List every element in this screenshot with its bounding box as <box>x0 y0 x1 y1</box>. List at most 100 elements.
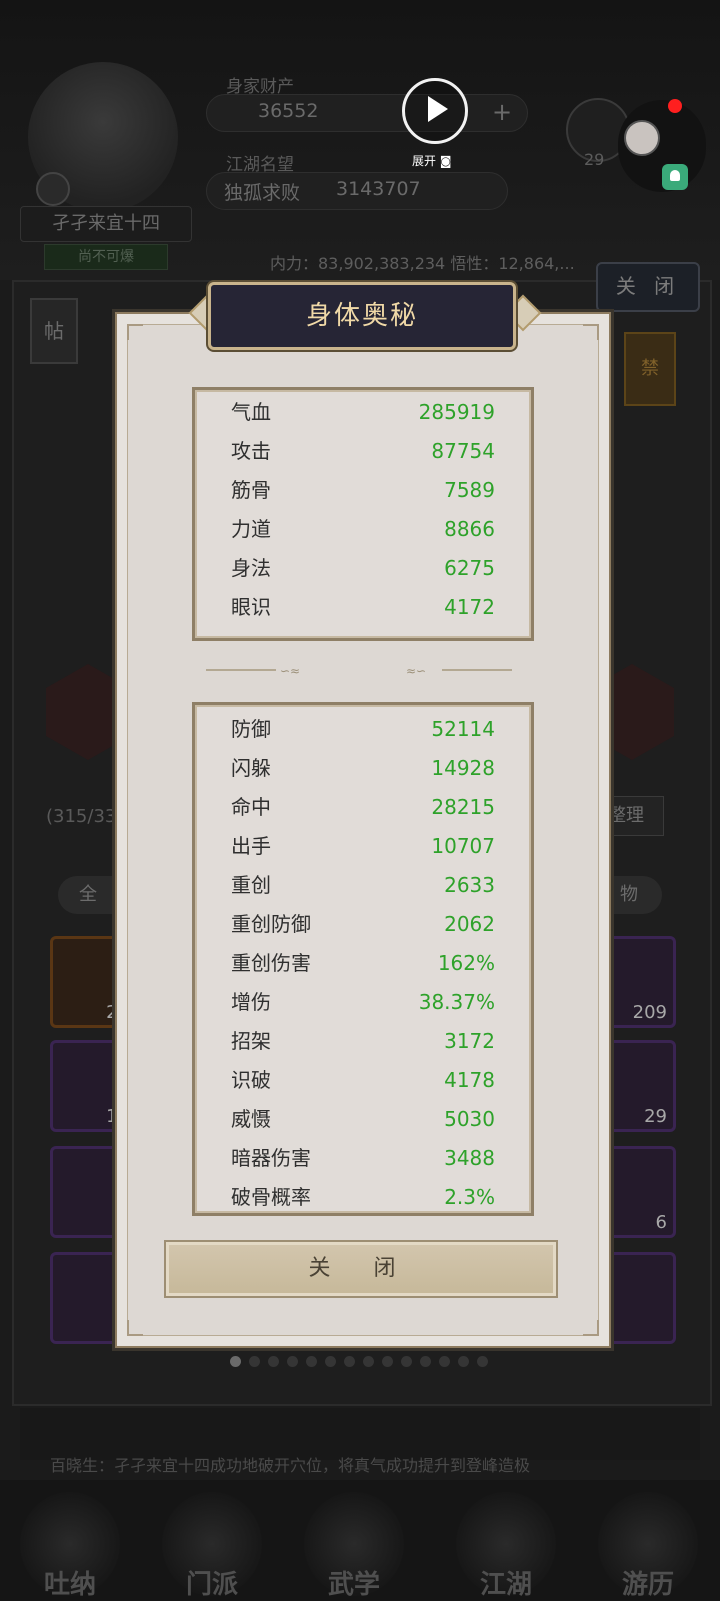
page-dot <box>344 1356 355 1367</box>
stat-row: 重创 2633 <box>231 867 495 903</box>
page-dot <box>382 1356 393 1367</box>
stat-value: 7589 <box>444 478 495 502</box>
notification-dot-icon <box>668 99 682 113</box>
stat-label: 闪躲 <box>231 756 271 780</box>
stat-value: 3488 <box>444 1146 495 1170</box>
nav-martial[interactable]: 武学 <box>294 1564 414 1601</box>
stat-value: 87754 <box>431 439 495 463</box>
modal-title: 身体奥秘 <box>305 301 418 331</box>
secondary-stats-box[interactable]: 防御 52114 闪躲 14928 命中 28215 出手 10707 重创 2633 重创防御 20… <box>192 702 534 1216</box>
stat-label: 暗器伤害 <box>231 1146 311 1170</box>
forbid-banner-icon[interactable]: 禁 <box>624 332 676 406</box>
bell-icon[interactable] <box>662 164 688 190</box>
tie-icon[interactable]: 帖 <box>30 298 78 364</box>
stat-value: 285919 <box>418 400 495 424</box>
stat-row: 眼识 4172 <box>231 589 495 625</box>
add-wealth-button[interactable]: + <box>492 98 512 126</box>
stat-label: 防御 <box>231 717 271 741</box>
stat-row: 重创防御 2062 <box>231 906 495 942</box>
taiji-value: 29 <box>584 150 605 169</box>
stat-label: 招架 <box>231 1029 271 1053</box>
stat-row: 重创伤害 162% <box>231 945 495 981</box>
stat-row: 力道 8866 <box>231 511 495 547</box>
stat-label: 重创伤害 <box>231 951 311 975</box>
divider-wave-icon: ∽≈ <box>280 664 301 678</box>
page-dot <box>287 1356 298 1367</box>
stat-row: 破骨概率 2.3% <box>231 1179 495 1213</box>
page-dot <box>230 1356 241 1367</box>
stat-row: 身法 6275 <box>231 550 495 586</box>
page-dot <box>439 1356 450 1367</box>
stat-row: 暗器伤害 3488 <box>231 1140 495 1176</box>
stat-row: 识破 4178 <box>231 1062 495 1098</box>
stat-value: 4178 <box>444 1068 495 1092</box>
page-dot <box>458 1356 469 1367</box>
gender-icon <box>36 172 70 206</box>
nav-sect[interactable]: 门派 <box>152 1564 272 1601</box>
page-dot <box>401 1356 412 1367</box>
stat-value: 14928 <box>431 756 495 780</box>
expand-label[interactable]: 展开 ◙ <box>412 152 451 169</box>
power-line: 内力：83,902,383,234 悟性：12,864,... <box>270 254 575 273</box>
corner-ornament-icon <box>127 1320 143 1336</box>
stat-value: 5030 <box>444 1107 495 1131</box>
stat-label: 攻击 <box>231 439 271 463</box>
stat-row: 招架 3172 <box>231 1023 495 1059</box>
corner-ornament-icon <box>127 324 143 340</box>
stat-label: 气血 <box>231 400 271 424</box>
primary-stats-box: 气血 285919 攻击 87754 筋骨 7589 力道 8866 身法 6275 眼识 4172 <box>192 387 534 641</box>
page-dot <box>268 1356 279 1367</box>
section-divider: ∽≈ ≈∽ <box>206 664 512 678</box>
stat-row: 筋骨 7589 <box>231 472 495 508</box>
modal-title-bar: 身体奥秘 <box>208 282 516 350</box>
fame-rank: 独孤求败 <box>224 182 301 204</box>
panel-close-button[interactable]: 关 闭 <box>596 262 700 312</box>
tab-all[interactable]: 全 <box>58 876 118 914</box>
fame-value: 3143707 <box>336 178 421 200</box>
stat-row: 防御 52114 <box>231 711 495 747</box>
stat-value: 52114 <box>431 717 495 741</box>
nav-travel[interactable]: 游历 <box>588 1564 708 1601</box>
stat-value: 162% <box>437 951 495 975</box>
corner-ornament-icon <box>583 324 599 340</box>
page-dot <box>306 1356 317 1367</box>
player-status: 尚不可爆 <box>44 244 168 270</box>
stat-value: 3172 <box>444 1029 495 1053</box>
page-indicator <box>230 1356 488 1367</box>
page-dot <box>420 1356 431 1367</box>
stat-label: 识破 <box>231 1068 271 1092</box>
nav-jianghu[interactable]: 江湖 <box>446 1564 566 1601</box>
ticker-text: 百晓生：孑孑来宜十四成功地破开穴位，将真气成功提升到登峰造极 <box>50 1456 531 1475</box>
stat-row: 增伤 38.37% <box>231 984 495 1020</box>
stat-label: 增伤 <box>231 990 271 1014</box>
stat-row: 闪躲 14928 <box>231 750 495 786</box>
stat-label: 破骨概率 <box>231 1185 311 1209</box>
corner-ornament-icon <box>583 1320 599 1336</box>
stat-value: 2.3% <box>444 1185 495 1209</box>
stat-label: 身法 <box>231 556 271 580</box>
stat-row: 气血 285919 <box>231 394 495 430</box>
page-dot <box>249 1356 260 1367</box>
close-button[interactable]: 关 闭 <box>164 1240 558 1298</box>
stat-value: 28215 <box>431 795 495 819</box>
play-icon[interactable] <box>402 78 468 144</box>
divider-wave-icon: ≈∽ <box>406 664 427 678</box>
stat-value: 2062 <box>444 912 495 936</box>
player-name: 孑孑来宜十四 <box>20 206 192 242</box>
stat-value: 4172 <box>444 595 495 619</box>
stat-value: 10707 <box>431 834 495 858</box>
stat-label: 命中 <box>231 795 271 819</box>
stat-label: 力道 <box>231 517 271 541</box>
bag-count: (315/33 <box>46 806 117 827</box>
divider-line <box>442 669 512 671</box>
wealth-pill[interactable] <box>206 94 528 132</box>
stat-row: 攻击 87754 <box>231 433 495 469</box>
nav-tuna[interactable]: 吐纳 <box>10 1564 130 1601</box>
stat-row: 出手 10707 <box>231 828 495 864</box>
stat-label: 出手 <box>231 834 271 858</box>
page-dot <box>325 1356 336 1367</box>
stat-label: 眼识 <box>231 595 271 619</box>
stat-value: 2633 <box>444 873 495 897</box>
floating-avatar-icon[interactable] <box>624 120 660 156</box>
stat-label: 重创 <box>231 873 271 897</box>
